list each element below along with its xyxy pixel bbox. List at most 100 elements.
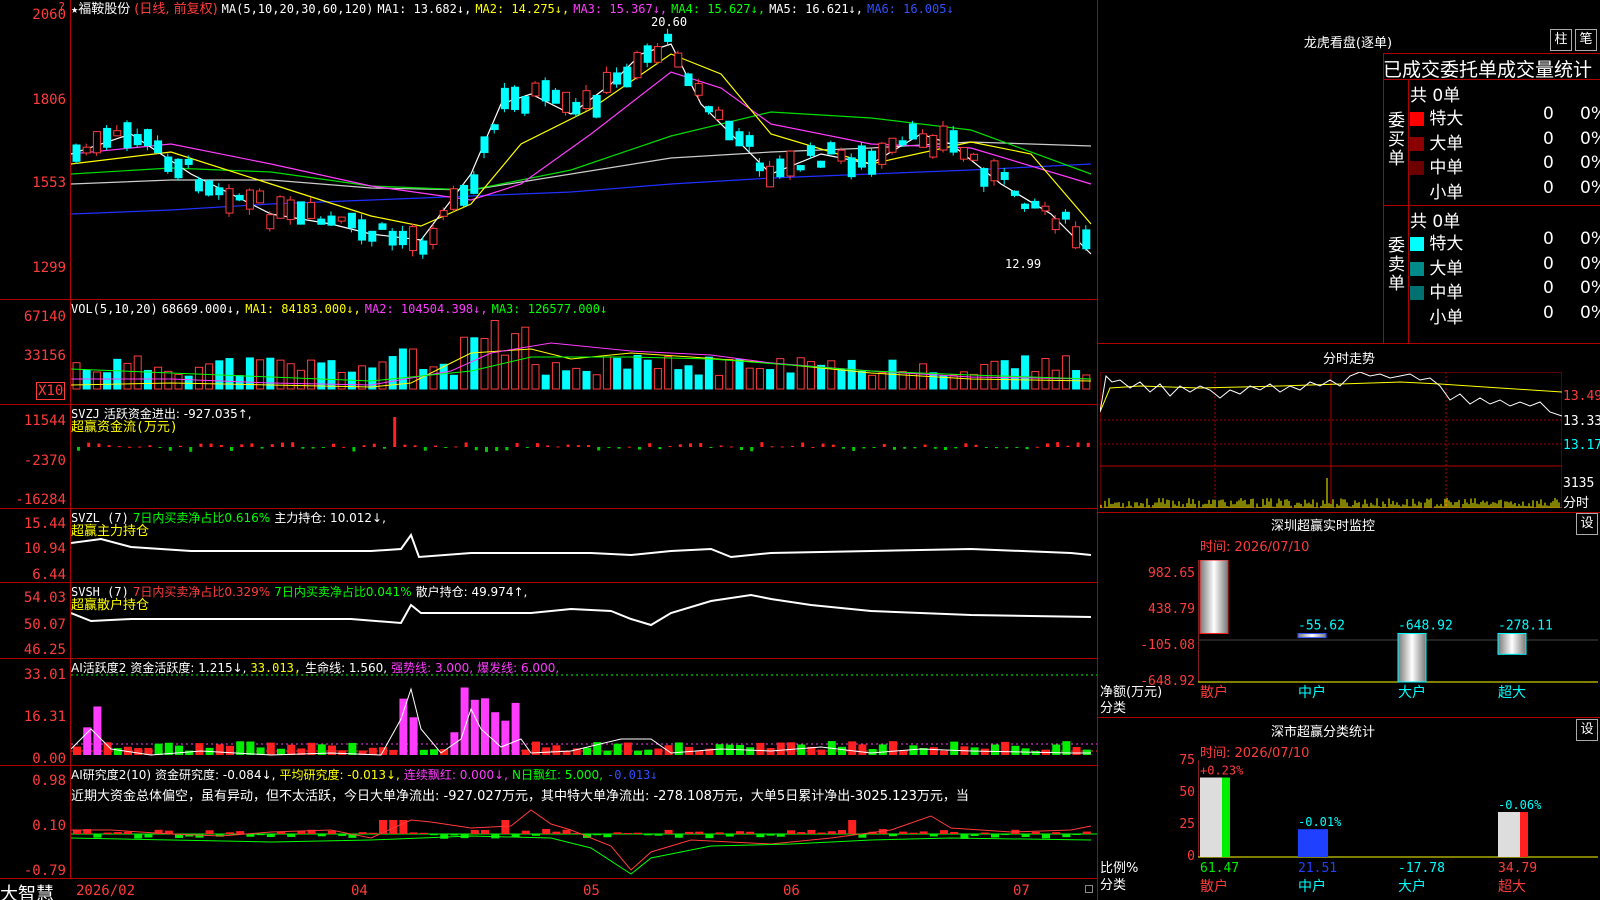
money-flow-bar xyxy=(648,443,652,447)
brand-logo[interactable]: 大智慧 xyxy=(0,880,54,900)
research-bar xyxy=(246,834,255,837)
order-size-row: 特大 0 0% xyxy=(1410,229,1600,254)
volume-bar xyxy=(745,367,754,390)
candle xyxy=(959,147,968,160)
ai1-chart[interactable] xyxy=(71,659,1097,765)
candlestick-chart[interactable]: 20.60 12.99 xyxy=(71,14,1097,299)
category-label: 超大 xyxy=(1498,685,1526,701)
activity-bar xyxy=(664,745,673,755)
sz-class-chart[interactable]: +0.23% 61.47 散户 -0.01% 21.51 中户 -17.78 大户 -0.06%… xyxy=(1198,760,1598,900)
vol-unit-badge: X10 xyxy=(36,382,66,400)
candle xyxy=(827,142,836,155)
order-pct: 0% xyxy=(1580,229,1600,249)
money-flow-bar xyxy=(260,447,264,449)
volume-bar xyxy=(143,369,152,390)
activity-bar xyxy=(613,743,622,755)
volume-bar xyxy=(735,359,744,390)
research-bar xyxy=(787,830,795,834)
volume-bar xyxy=(1051,369,1060,390)
svzl-chart[interactable] xyxy=(71,509,1097,581)
candle xyxy=(205,180,214,196)
divider xyxy=(1383,53,1600,54)
order-pct: 0% xyxy=(1580,128,1600,149)
svzj-chart[interactable] xyxy=(71,405,1097,507)
research-bar xyxy=(338,834,347,836)
volume-bar xyxy=(1000,360,1009,390)
candle xyxy=(929,134,938,158)
volume-bar xyxy=(317,362,326,390)
research-bar xyxy=(562,829,571,834)
money-flow-bar xyxy=(974,444,978,447)
research-bar xyxy=(134,834,143,839)
activity-bar xyxy=(287,744,296,755)
activity-bar xyxy=(338,750,347,755)
candle xyxy=(939,125,948,151)
candle xyxy=(806,145,815,156)
research-bar xyxy=(236,831,245,834)
money-flow-bar xyxy=(770,446,774,448)
volume-bar xyxy=(480,337,489,390)
activity-bar xyxy=(940,750,948,755)
money-flow-bar xyxy=(117,446,121,448)
research-bar xyxy=(705,834,714,839)
research-bar xyxy=(807,829,816,834)
bar-view-button[interactable]: 柱 xyxy=(1550,29,1572,51)
price-axis-label: 1553 xyxy=(32,175,66,191)
money-flow-bar xyxy=(729,446,733,448)
activity-bar xyxy=(348,742,357,755)
activity-bar xyxy=(776,742,785,755)
order-pct: 0% xyxy=(1580,104,1600,124)
candle xyxy=(847,157,856,178)
sz-monitor-axis: 982.65 xyxy=(1148,566,1195,581)
money-flow-bar xyxy=(801,442,805,447)
activity-bar xyxy=(878,744,887,755)
vol-ma-line xyxy=(71,342,1092,386)
svsh-chart[interactable] xyxy=(71,583,1097,657)
candle xyxy=(970,153,979,161)
volume-bar xyxy=(755,368,764,390)
money-flow-bar xyxy=(944,447,947,450)
money-flow-bar xyxy=(270,444,274,447)
ai2-chart[interactable] xyxy=(71,800,1097,878)
candle xyxy=(398,230,407,246)
ratio-bar xyxy=(1200,777,1222,857)
intraday-chart[interactable] xyxy=(1100,372,1562,508)
money-flow-bar xyxy=(760,442,764,447)
research-bar xyxy=(532,834,540,836)
lock-icon[interactable] xyxy=(1085,885,1093,893)
date-label: 05 xyxy=(583,883,600,899)
svzl-axis-label: 15.44 xyxy=(23,516,66,532)
order-size-row: 小单 0 0% xyxy=(1410,178,1600,203)
research-bar xyxy=(521,830,530,834)
volume-bar xyxy=(194,366,203,390)
research-bar xyxy=(328,830,336,834)
settings-button[interactable]: 设 xyxy=(1576,513,1598,535)
research-bar xyxy=(440,834,449,839)
sz-monitor-chart[interactable]: 982.65 散户 -55.62 中户 -648.92 大户 -278.11 超大 xyxy=(1198,560,1598,710)
net-amount-label: -55.62 xyxy=(1298,618,1345,633)
activity-bar xyxy=(552,745,561,755)
order-qty: 0 xyxy=(1543,278,1554,298)
volume-bar xyxy=(878,372,887,390)
divider xyxy=(1098,512,1600,513)
tick-view-button[interactable]: 笔 xyxy=(1575,29,1597,51)
panel-divider xyxy=(0,299,1098,300)
research-bar xyxy=(419,832,428,834)
sell-orders-label: 委卖单 xyxy=(1388,236,1405,294)
money-flow-bar xyxy=(219,445,223,447)
research-bar xyxy=(317,834,326,837)
money-flow-bar xyxy=(954,447,958,449)
candle xyxy=(327,215,336,226)
settings-button[interactable]: 设 xyxy=(1576,719,1598,741)
color-swatch xyxy=(1410,261,1424,276)
volume-chart[interactable] xyxy=(71,313,1097,403)
research-bar xyxy=(113,832,122,834)
category-label: 中户 xyxy=(1298,878,1326,895)
money-flow-bar xyxy=(1025,447,1029,450)
panel-divider xyxy=(0,878,1098,879)
candle xyxy=(1072,226,1081,249)
research-bar xyxy=(1001,834,1010,836)
money-flow-bar xyxy=(627,446,631,448)
candle xyxy=(1021,203,1030,209)
color-swatch xyxy=(1410,136,1424,151)
